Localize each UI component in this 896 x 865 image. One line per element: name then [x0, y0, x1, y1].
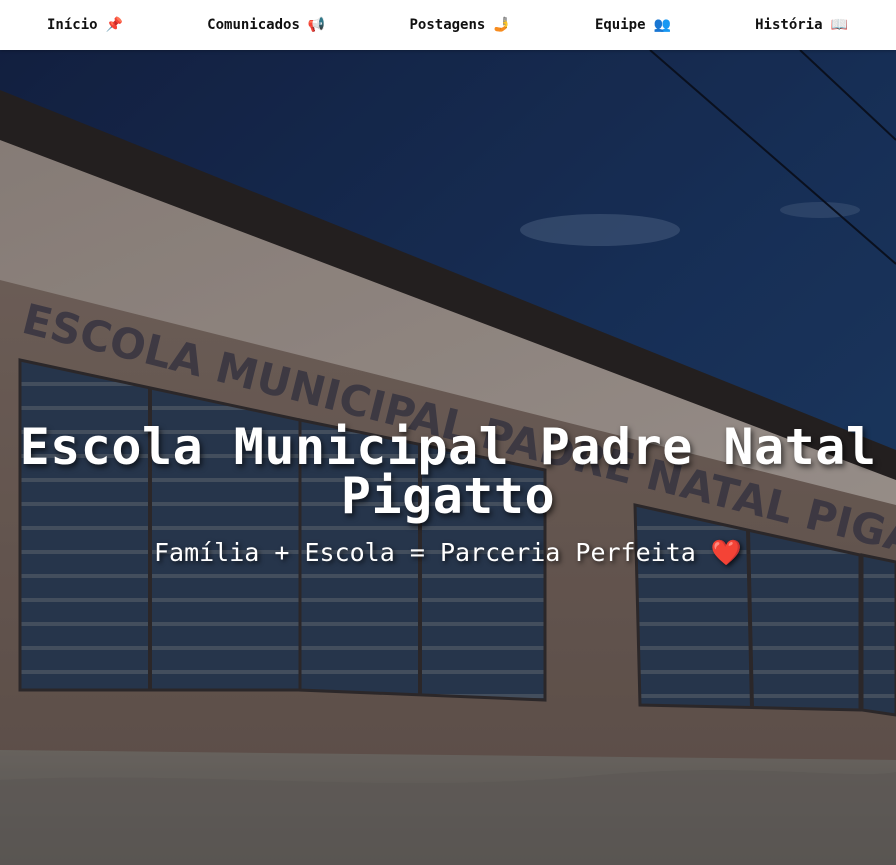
- hero-subtitle: Família + Escola = Parceria Perfeita ❤️: [0, 538, 896, 568]
- nav-link-comunicados[interactable]: Comunicados 📢: [207, 17, 325, 33]
- nav-link-inicio[interactable]: Início 📌: [47, 17, 123, 33]
- nav-link-equipe[interactable]: Equipe 👥: [595, 17, 671, 33]
- hero-section: ESCOLA MUNICIPAL PADRE NATAL PIGATTO Esc…: [0, 50, 896, 865]
- open-book-icon: 📖: [830, 17, 848, 33]
- loudspeaker-icon: 📢: [307, 17, 326, 33]
- nav-label-comunicados: Comunicados: [207, 17, 300, 33]
- nav-label-historia: História: [755, 17, 823, 33]
- nav-link-postagens[interactable]: Postagens 🤳: [409, 17, 510, 33]
- nav-label-postagens: Postagens: [409, 17, 486, 33]
- top-navigation: Início 📌 Comunicados 📢 Postagens 🤳 Equip…: [0, 0, 896, 50]
- heart-icon: ❤️: [710, 538, 743, 567]
- nav-link-historia[interactable]: História 📖: [755, 17, 848, 33]
- nav-label-equipe: Equipe: [594, 17, 646, 33]
- hero-subtitle-text: Família + Escola = Parceria Perfeita: [153, 538, 696, 567]
- hero-content: Escola Municipal Padre Natal Pigatto Fam…: [0, 418, 896, 568]
- pushpin-icon: 📌: [105, 17, 124, 33]
- selfie-icon: 🤳: [493, 17, 511, 33]
- nav-label-inicio: Início: [47, 17, 98, 33]
- hero-title: Escola Municipal Padre Natal Pigatto: [19, 418, 877, 525]
- people-icon: 👥: [653, 17, 671, 33]
